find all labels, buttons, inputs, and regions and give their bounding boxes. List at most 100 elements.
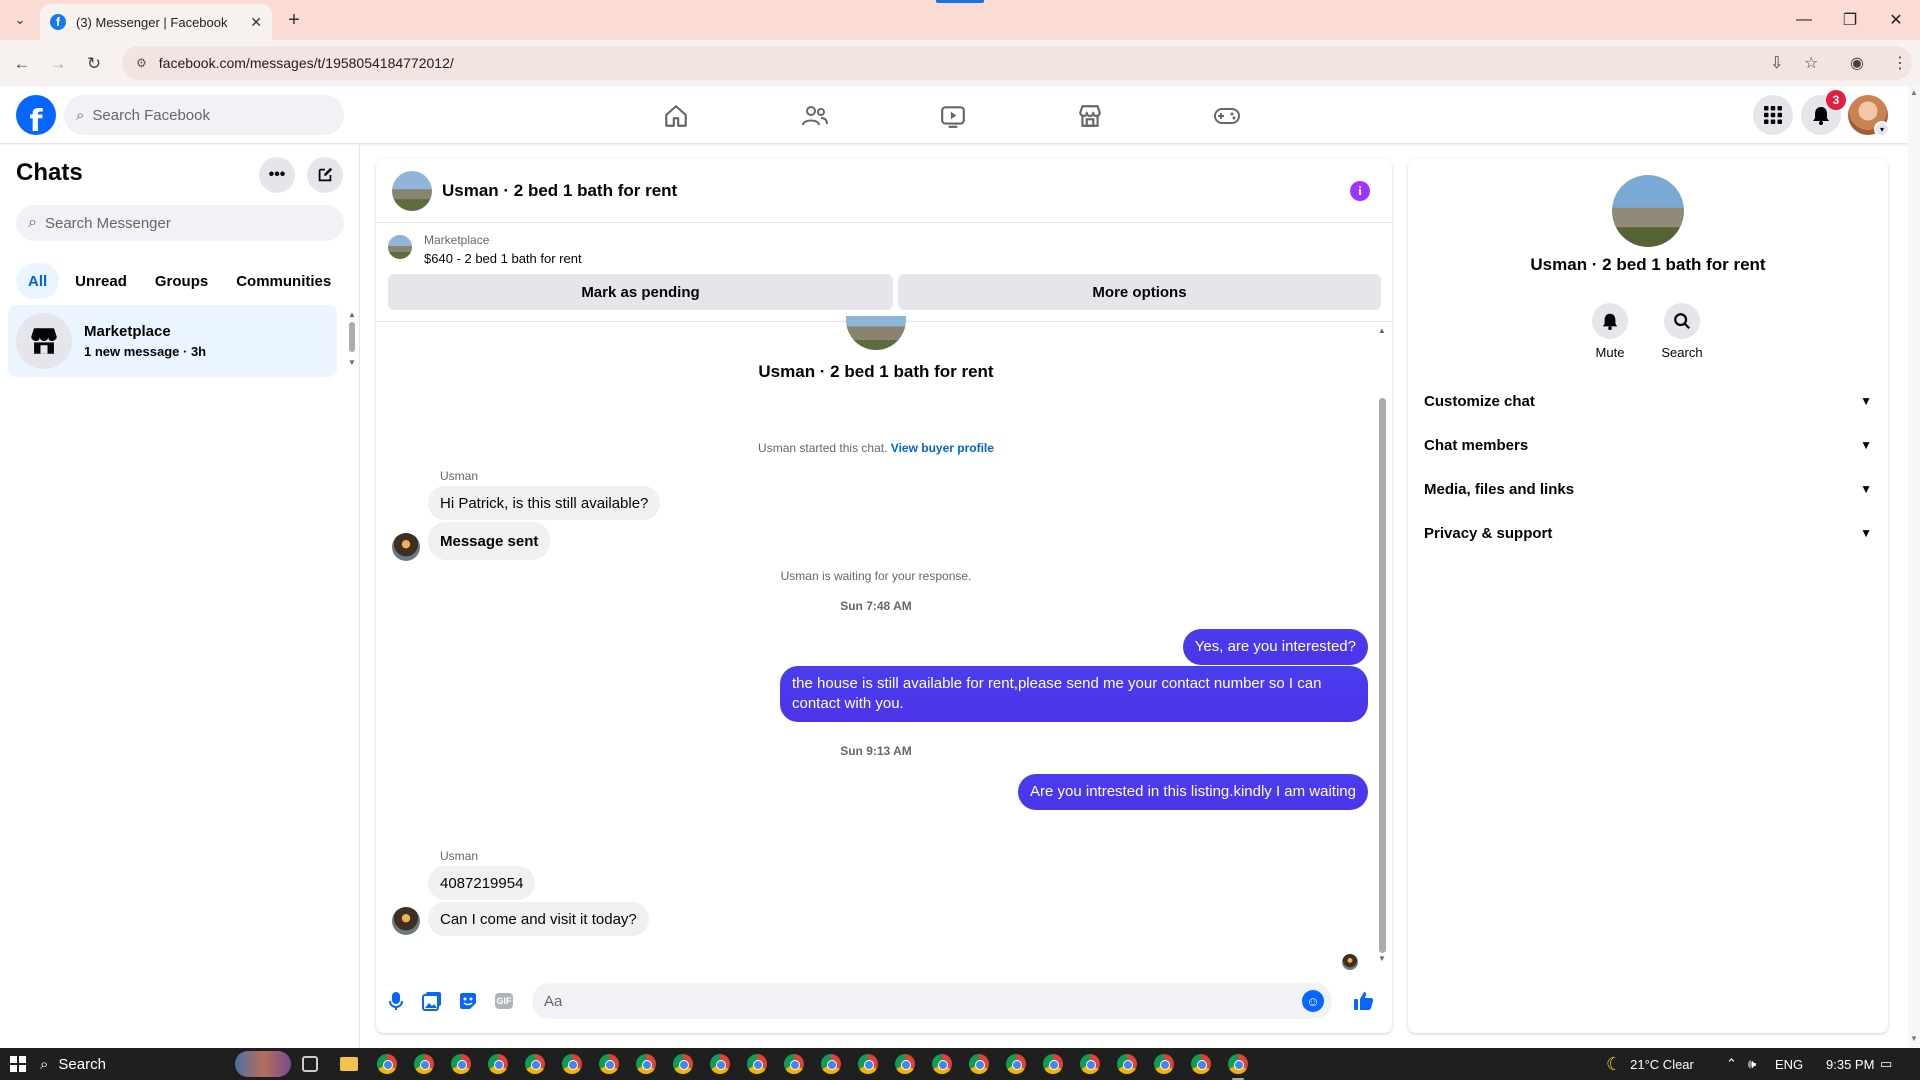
volume-icon[interactable]: 🕪	[1748, 1048, 1756, 1080]
chrome-icon[interactable]	[858, 1054, 878, 1074]
new-tab-icon[interactable]: +	[282, 8, 306, 32]
message-input[interactable]	[544, 992, 1284, 1010]
conversation-info-icon[interactable]: i	[1350, 181, 1370, 201]
scroll-thumb[interactable]	[349, 322, 355, 352]
messenger-search[interactable]: ⌕	[16, 205, 344, 241]
messenger-search-input[interactable]	[44, 214, 315, 232]
scroll-thumb[interactable]	[1379, 398, 1386, 953]
facebook-search-input[interactable]	[92, 106, 313, 124]
chrome-icon[interactable]	[1117, 1054, 1137, 1074]
incoming-message[interactable]: 4087219954	[428, 866, 536, 900]
scroll-up-icon[interactable]: ▲	[348, 310, 356, 319]
menu-grid-icon[interactable]	[1753, 95, 1793, 135]
site-info-icon[interactable]: ⚙	[136, 56, 147, 70]
gif-icon[interactable]: GIF	[492, 989, 516, 1013]
microphone-icon[interactable]	[384, 989, 408, 1013]
task-view-icon[interactable]	[302, 1056, 318, 1072]
filter-tab-groups[interactable]: Groups	[143, 263, 220, 299]
scroll-up-icon[interactable]: ▲	[1910, 88, 1918, 97]
outgoing-message[interactable]: the house is still available for rent,pl…	[780, 666, 1368, 722]
chrome-icon[interactable]	[562, 1054, 582, 1074]
file-explorer-icon[interactable]	[340, 1057, 358, 1071]
scroll-down-icon[interactable]: ▼	[1378, 954, 1386, 963]
page-scrollbar[interactable]: ▲ ▼	[1908, 86, 1920, 1047]
chrome-icon[interactable]	[377, 1054, 397, 1074]
filter-tab-communities[interactable]: Communities	[224, 263, 343, 299]
more-options-button[interactable]: More options	[898, 274, 1381, 310]
taskbar-search[interactable]: ⌕ Search	[40, 1048, 230, 1080]
filter-tab-unread[interactable]: Unread	[63, 263, 139, 299]
listing-thumbnail[interactable]	[388, 235, 412, 259]
search-in-conversation-button[interactable]: Search	[1652, 303, 1712, 360]
bookmark-star-icon[interactable]: ☆	[1804, 53, 1818, 73]
emoji-icon[interactable]: ☺	[1302, 990, 1324, 1012]
notification-center-icon[interactable]: ▭	[1880, 1048, 1892, 1080]
account-chevron-down-icon[interactable]: ▾	[1874, 121, 1890, 137]
details-avatar[interactable]	[1612, 175, 1684, 247]
gaming-icon[interactable]	[1172, 96, 1282, 136]
forward-arrow-icon[interactable]: →	[46, 52, 70, 76]
tab-close-icon[interactable]: ✕	[250, 14, 262, 31]
chrome-icon[interactable]	[636, 1054, 656, 1074]
chrome-icon[interactable]	[969, 1054, 989, 1074]
filter-tab-all[interactable]: All	[16, 263, 60, 299]
outgoing-message[interactable]: Are you intrested in this listing.kindly…	[1018, 774, 1368, 810]
home-icon[interactable]	[621, 96, 731, 136]
new-message-compose-icon[interactable]	[307, 157, 343, 193]
facebook-search[interactable]: ⌕	[64, 95, 344, 135]
message-input-box[interactable]: ☺	[532, 983, 1332, 1019]
chrome-icon[interactable]	[673, 1054, 693, 1074]
chat-list-scrollbar[interactable]: ▲ ▼	[348, 310, 356, 367]
chrome-icon[interactable]	[1191, 1054, 1211, 1074]
back-arrow-icon[interactable]: ←	[10, 52, 34, 76]
weather-widget[interactable]: ☾ 21°C Clear	[1606, 1048, 1694, 1080]
scroll-up-icon[interactable]: ▲	[1378, 326, 1386, 335]
outgoing-message[interactable]: Yes, are you interested?	[1182, 629, 1368, 665]
customize-chat-section[interactable]: Customize chat ▼	[1416, 379, 1880, 423]
marketplace-icon[interactable]	[1035, 96, 1145, 136]
tray-overflow-chevron-icon[interactable]: ⌃	[1726, 1048, 1737, 1080]
profile-icon[interactable]: ◉	[1850, 53, 1864, 73]
sticker-icon[interactable]	[456, 989, 480, 1013]
input-language[interactable]: ENG	[1775, 1048, 1803, 1080]
windows-start-icon[interactable]	[10, 1056, 26, 1072]
incoming-message[interactable]: Hi Patrick, is this still available?	[428, 486, 661, 520]
sender-avatar[interactable]	[392, 533, 420, 561]
clock[interactable]: 9:35 PM	[1826, 1048, 1874, 1080]
thread-scrollbar[interactable]: ▲ ▼	[1376, 326, 1388, 966]
friends-icon[interactable]	[760, 96, 870, 136]
scroll-down-icon[interactable]: ▼	[348, 358, 356, 367]
chat-list-item-marketplace[interactable]: Marketplace 1 new message · 3h	[8, 305, 337, 377]
chrome-icon[interactable]	[1006, 1054, 1026, 1074]
chrome-icon[interactable]	[414, 1054, 434, 1074]
view-buyer-profile-link[interactable]: View buyer profile	[891, 441, 994, 455]
chat-members-section[interactable]: Chat members ▼	[1416, 423, 1880, 467]
chrome-icon[interactable]	[1043, 1054, 1063, 1074]
conversation-title[interactable]: Usman · 2 bed 1 bath for rent	[442, 181, 677, 201]
chrome-icon[interactable]	[895, 1054, 915, 1074]
chrome-icon[interactable]	[710, 1054, 730, 1074]
incoming-message[interactable]: Can I come and visit it today?	[428, 902, 649, 936]
listing-price[interactable]: $640 - 2 bed 1 bath for rent	[424, 251, 582, 266]
chrome-icon[interactable]	[525, 1054, 545, 1074]
chrome-icon[interactable]	[488, 1054, 508, 1074]
video-icon[interactable]	[898, 96, 1008, 136]
chrome-icon[interactable]	[1228, 1054, 1248, 1074]
install-app-icon[interactable]: ⇩	[1770, 53, 1783, 73]
chrome-icon[interactable]	[747, 1054, 767, 1074]
address-bar[interactable]: ⚙ facebook.com/messages/t/19580541847720…	[122, 46, 1912, 80]
chrome-icon[interactable]	[932, 1054, 952, 1074]
photo-icon[interactable]	[420, 989, 444, 1013]
thumbs-up-like-icon[interactable]	[1352, 989, 1376, 1013]
mark-as-pending-button[interactable]: Mark as pending	[388, 274, 893, 310]
facebook-logo-icon[interactable]: f	[16, 95, 56, 135]
mute-button[interactable]: Mute	[1580, 303, 1640, 360]
conversation-avatar[interactable]	[392, 170, 432, 211]
sender-avatar[interactable]	[392, 907, 420, 935]
window-close-icon[interactable]: ✕	[1876, 6, 1916, 34]
chat-options-more-icon[interactable]: •••	[259, 157, 295, 193]
chrome-icon[interactable]	[1080, 1054, 1100, 1074]
scroll-down-icon[interactable]: ▼	[1910, 1034, 1918, 1043]
browser-menu-icon[interactable]: ⋮	[1892, 53, 1908, 73]
restore-icon[interactable]: ❐	[1830, 6, 1870, 34]
